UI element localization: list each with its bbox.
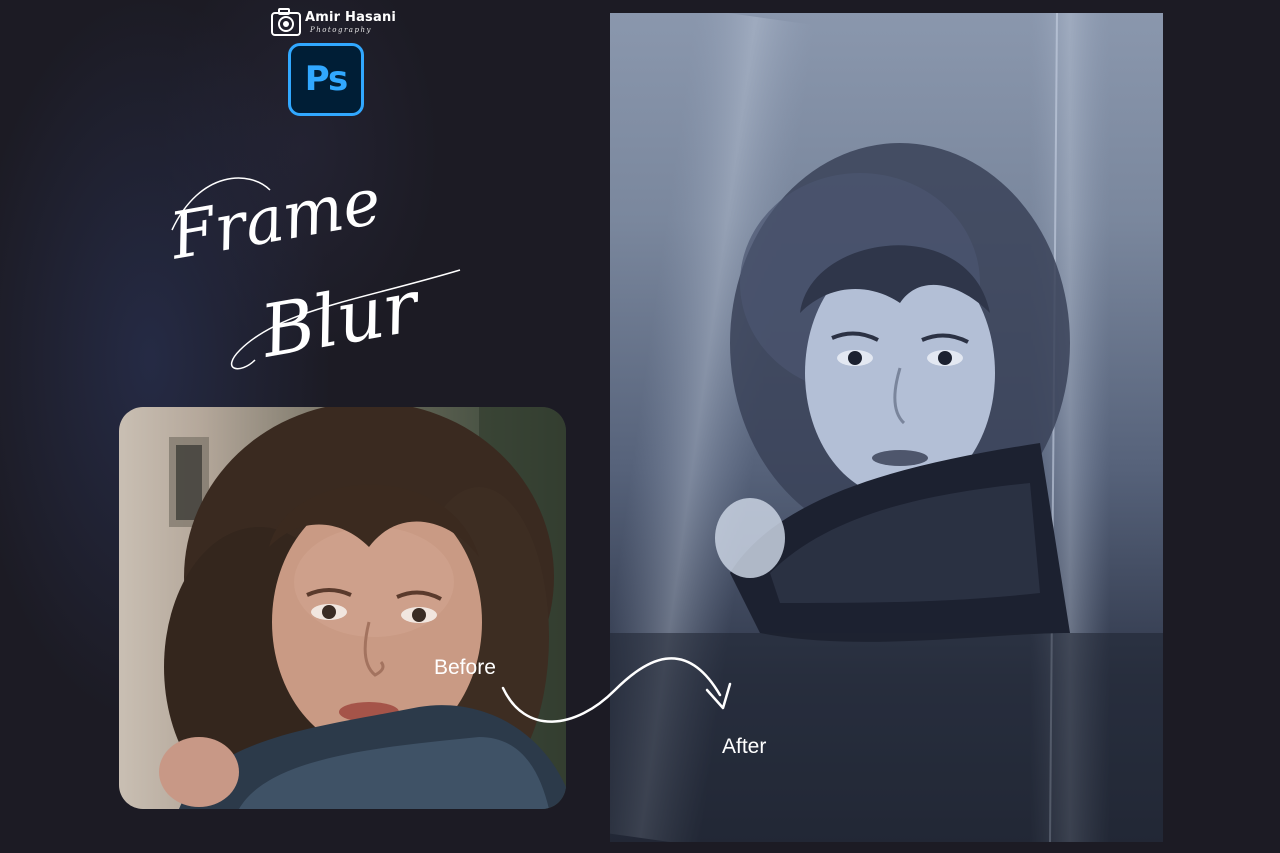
before-label: Before <box>434 656 496 679</box>
before-photo <box>119 407 566 809</box>
title-line-frame: Frame <box>164 165 386 275</box>
script-title: Frame Blur <box>164 165 461 374</box>
brand-logo: Amir Hasani Photography <box>270 2 396 40</box>
poster-canvas: Amir Hasani Photography Ps Frame Blur Be… <box>0 0 1280 853</box>
curved-arrow-icon <box>501 657 732 723</box>
camera-icon <box>271 8 301 36</box>
brand-name: Amir Hasani <box>305 10 397 25</box>
photoshop-icon: Ps <box>288 43 364 116</box>
title-line-blur: Blur <box>253 263 427 374</box>
brand-tagline: Photography <box>310 26 372 34</box>
after-label: After <box>722 735 767 758</box>
